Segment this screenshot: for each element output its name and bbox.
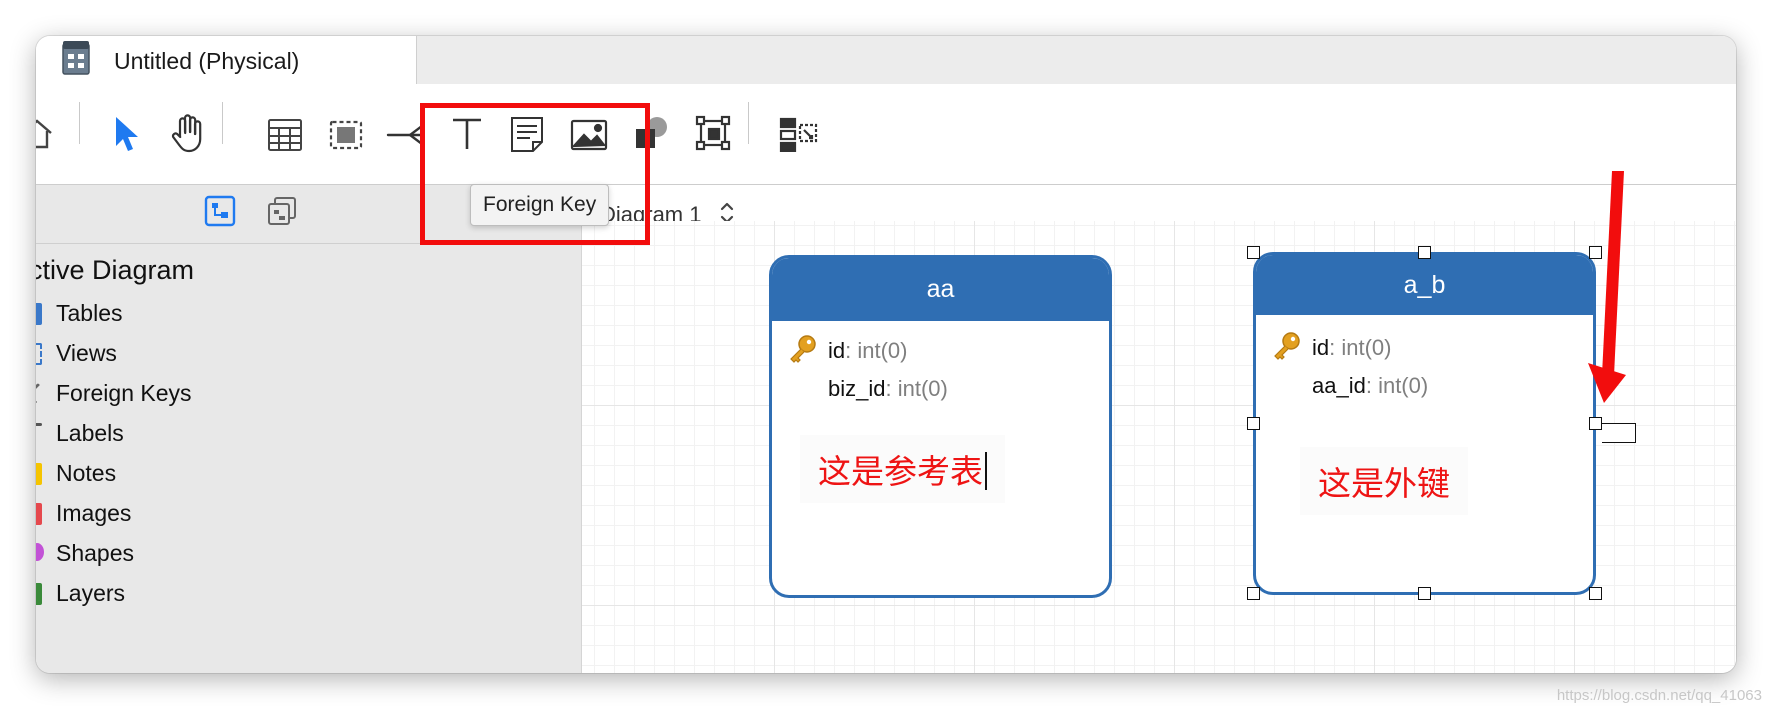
note-text: 这是外键 [1318, 464, 1450, 503]
watermark: https://blog.csdn.net/qq_41063 [1556, 687, 1762, 704]
toolbar-separator [748, 102, 749, 144]
resize-handle[interactable] [1247, 417, 1260, 430]
primary-key-icon [1272, 331, 1302, 366]
field-type: : int(0) [1365, 373, 1429, 398]
entity-aa[interactable]: aa id: int(0) biz_id: int(0) [769, 255, 1112, 598]
auto-layout-icon[interactable] [776, 111, 822, 157]
sidebar-item-notes[interactable]: Notes [36, 457, 576, 491]
pointer-icon[interactable] [102, 111, 148, 157]
document-tab[interactable]: Untitled (Physical) [36, 36, 417, 84]
resize-handle[interactable] [1418, 587, 1431, 600]
field-type: : int(0) [885, 376, 948, 401]
resize-handle[interactable] [1247, 587, 1260, 600]
toolbar-separator [79, 102, 80, 144]
sidebar-item-foreign-keys[interactable]: Foreign Keys [36, 377, 576, 411]
images-icon [36, 503, 42, 525]
note-text: 这是参考表 [818, 452, 983, 491]
diagram-canvas[interactable]: aa id: int(0) biz_id: int(0) 这是参考表 a_b i… [582, 171, 1736, 673]
sidebar-item-views[interactable]: Views [36, 337, 576, 371]
sidebar-item-label: Images [56, 500, 132, 526]
field-name: id [828, 338, 846, 363]
sidebar-item-label: Views [56, 340, 117, 366]
view-icon[interactable] [324, 112, 370, 158]
shapes-icon [36, 543, 44, 561]
connector-stub[interactable] [1602, 423, 1636, 443]
sidebar-item-label: Tables [56, 300, 123, 326]
field-type: : int(0) [845, 338, 908, 363]
sidebar-item-label: Labels [56, 420, 124, 446]
sidebar-item-label: Shapes [56, 540, 135, 566]
views-icon [36, 343, 42, 365]
field-row[interactable]: aa_id: int(0) [1312, 373, 1428, 399]
labels-icon [36, 423, 42, 426]
layers-icon [36, 583, 42, 605]
notes-icon [36, 463, 42, 485]
sidebar-item-label: Foreign Keys [56, 380, 192, 406]
field-row[interactable]: biz_id: int(0) [828, 376, 948, 402]
home-icon[interactable] [36, 110, 60, 156]
note-label[interactable]: 这是外键 [1300, 447, 1468, 515]
red-arrow-annotation [1588, 171, 1626, 403]
note-label[interactable]: 这是参考表 [800, 435, 1005, 503]
toolbar [36, 84, 1736, 185]
resize-handle[interactable] [1418, 246, 1431, 259]
sidebar-item-tables[interactable]: Tables [36, 297, 576, 331]
sidebar-section-title: ctive Diagram [36, 255, 195, 285]
field-name: id [1312, 335, 1330, 360]
entity-title: aa [772, 258, 1109, 321]
field-type: : int(0) [1329, 335, 1392, 360]
hand-icon[interactable] [164, 111, 210, 157]
layer-icon[interactable] [690, 110, 736, 156]
tables-icon [36, 303, 42, 325]
sidebar-item-label: Notes [56, 460, 117, 486]
app-window: Untitled (Physical) ctive Diagram Tables… [36, 36, 1736, 673]
sidebar-item-labels[interactable]: Labels [36, 417, 576, 451]
field-name: aa_id [1312, 373, 1366, 398]
sidebar-item-shapes[interactable]: Shapes [36, 537, 576, 571]
resize-handle[interactable] [1589, 417, 1602, 430]
field-name: biz_id [828, 376, 886, 401]
text-caret [985, 452, 987, 490]
toolbar-separator [222, 102, 223, 144]
sidebar: ctive Diagram Tables Views Foreign Keys … [36, 185, 582, 673]
document-icon [62, 40, 90, 76]
resize-handle[interactable] [1247, 246, 1260, 259]
entity-title: a_b [1256, 255, 1593, 315]
sidebar-item-images[interactable]: Images [36, 497, 576, 531]
table-icon[interactable] [262, 112, 308, 158]
tab-title: Untitled (Physical) [114, 48, 300, 74]
entity-a-b[interactable]: a_b id: int(0) aa_id: int(0) [1253, 252, 1596, 595]
diagram-tree-icon[interactable] [204, 195, 236, 232]
field-row[interactable]: id: int(0) [828, 338, 907, 364]
field-row[interactable]: id: int(0) [1312, 335, 1391, 361]
sidebar-item-layers[interactable]: Layers [36, 577, 576, 611]
sidebar-item-label: Layers [56, 580, 126, 606]
multi-diagram-icon[interactable] [266, 195, 298, 232]
tab-bar: Untitled (Physical) [36, 36, 1736, 84]
primary-key-icon [788, 334, 818, 369]
red-highlight-box [420, 103, 650, 245]
resize-handle[interactable] [1589, 587, 1602, 600]
foreign-key-small-icon [36, 382, 48, 405]
